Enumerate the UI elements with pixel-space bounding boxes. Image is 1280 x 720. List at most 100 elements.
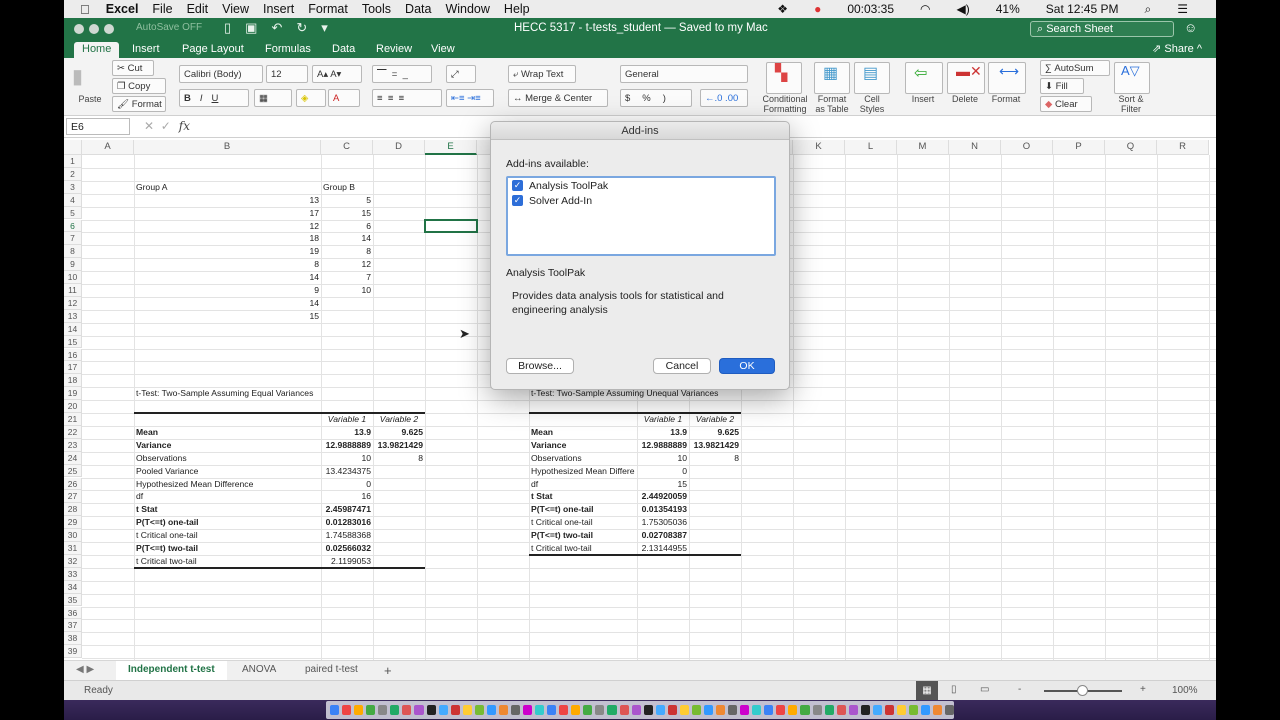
cell-I22[interactable]: 9.625 <box>689 426 741 439</box>
cell-C24[interactable]: 10 <box>321 452 373 465</box>
dock-app-icon[interactable] <box>716 705 726 715</box>
column-header-P[interactable]: P <box>1053 140 1105 155</box>
dock-app-icon[interactable] <box>824 705 834 715</box>
dock-app-icon[interactable] <box>933 705 943 715</box>
dock-app-icon[interactable] <box>896 705 906 715</box>
cell-C11[interactable]: 10 <box>321 284 373 297</box>
tab-view[interactable]: View <box>423 42 463 58</box>
cell-B29[interactable]: P(T<=t) one-tail <box>134 516 321 529</box>
row-header-33[interactable]: 33 <box>64 567 82 581</box>
font-size-select[interactable]: 12 <box>266 65 308 83</box>
row-header-2[interactable]: 2 <box>64 167 82 181</box>
dock-app-icon[interactable] <box>366 705 376 715</box>
dock-app-icon[interactable] <box>547 705 557 715</box>
dock-app-icon[interactable] <box>523 705 533 715</box>
dock-app-icon[interactable] <box>860 705 870 715</box>
cell-G28[interactable]: P(T<=t) one-tail <box>529 503 637 516</box>
zoom-window-button[interactable] <box>104 24 114 34</box>
orientation-button[interactable]: ⤢ <box>446 65 476 83</box>
column-header-M[interactable]: M <box>897 140 949 155</box>
cell-B30[interactable]: t Critical one-tail <box>134 529 434 542</box>
cell-B25[interactable]: Pooled Variance <box>134 465 434 478</box>
row-header-25[interactable]: 25 <box>64 464 82 478</box>
cell-G22[interactable]: Mean <box>529 426 637 439</box>
currency-button[interactable]: $ <box>625 93 630 104</box>
cell-D24[interactable]: 8 <box>373 452 425 465</box>
cell-G30[interactable]: P(T<=t) two-tail <box>529 529 637 542</box>
dock-app-icon[interactable] <box>909 705 919 715</box>
page-break-view-button[interactable]: ▭ <box>980 684 989 695</box>
cell-B12[interactable]: 14 <box>134 297 321 310</box>
row-header-6[interactable]: 6 <box>64 219 82 233</box>
row-header-7[interactable]: 7 <box>64 232 82 246</box>
ok-button[interactable]: OK <box>719 358 775 374</box>
cell-C30[interactable]: 1.74588368 <box>321 529 373 542</box>
dock-app-icon[interactable] <box>607 705 617 715</box>
dock-app-icon[interactable] <box>438 705 448 715</box>
zoom-slider-handle[interactable] <box>1077 685 1088 696</box>
dock-app-icon[interactable] <box>559 705 569 715</box>
battery-level[interactable]: 41% <box>996 2 1020 16</box>
italic-button[interactable]: I <box>200 93 203 104</box>
dock-app-icon[interactable] <box>872 705 882 715</box>
sort-filter-button[interactable]: A▽ <box>1114 62 1150 94</box>
row-header-3[interactable]: 3 <box>64 180 82 194</box>
cell-B6[interactable]: 12 <box>134 220 321 233</box>
dock-app-icon[interactable] <box>510 705 520 715</box>
row-header-8[interactable]: 8 <box>64 245 82 259</box>
checkbox-checked-icon[interactable]: ✓ <box>512 195 523 206</box>
dock-app-icon[interactable] <box>655 705 665 715</box>
cell-B9[interactable]: 8 <box>134 258 321 271</box>
zoom-out-button[interactable]: - <box>1018 684 1021 695</box>
column-header-B[interactable]: B <box>134 140 321 155</box>
dock-app-icon[interactable] <box>535 705 545 715</box>
cell-D23[interactable]: 13.9821429 <box>373 439 425 452</box>
row-header-12[interactable]: 12 <box>64 296 82 310</box>
row-header-11[interactable]: 11 <box>64 284 82 297</box>
dock-app-icon[interactable] <box>643 705 653 715</box>
dock-app-icon[interactable] <box>498 705 508 715</box>
menu-data[interactable]: Data <box>405 2 431 16</box>
dock-app-icon[interactable] <box>921 705 931 715</box>
row-header-4[interactable]: 4 <box>64 193 82 207</box>
share-button[interactable]: ⇗ Share ^ <box>1152 42 1202 55</box>
autosave-toggle[interactable]: AutoSave OFF <box>136 22 202 33</box>
horizontal-align-buttons[interactable]: ≡ ≡ ≡ <box>372 89 442 107</box>
conditional-formatting-button[interactable]: ▚ <box>766 62 802 94</box>
zoom-in-button[interactable]: + <box>1140 684 1146 695</box>
fill-color-button[interactable]: ◈ <box>296 89 326 107</box>
search-sheet-input[interactable]: ⌕ Search Sheet <box>1030 21 1174 37</box>
delete-cells-button[interactable]: ▬✕ <box>947 62 985 94</box>
minimize-window-button[interactable] <box>89 24 99 34</box>
sheet-nav-arrows[interactable]: ◀ ▶ <box>76 664 94 675</box>
cell-B10[interactable]: 14 <box>134 271 321 284</box>
menu-view[interactable]: View <box>222 2 249 16</box>
cell-B26[interactable]: Hypothesized Mean Difference <box>134 478 434 491</box>
dock-app-icon[interactable] <box>390 705 400 715</box>
dock-app-icon[interactable] <box>667 705 677 715</box>
recording-icon[interactable]: ● <box>814 2 821 16</box>
dock-app-icon[interactable] <box>450 705 460 715</box>
zoom-slider[interactable] <box>1044 685 1122 696</box>
cell-H22[interactable]: 13.9 <box>637 426 689 439</box>
dock-app-icon[interactable] <box>679 705 689 715</box>
cell-C9[interactable]: 12 <box>321 258 373 271</box>
cell-D21[interactable]: Variable 2 <box>373 413 425 426</box>
cell-C4[interactable]: 5 <box>321 194 373 207</box>
row-header-19[interactable]: 19 <box>64 387 82 401</box>
undo-icon[interactable]: ↶ <box>271 20 282 36</box>
cut-button[interactable]: ✂ Cut <box>112 60 154 76</box>
dock-app-icon[interactable] <box>728 705 738 715</box>
cancel-button[interactable]: Cancel <box>653 358 711 374</box>
menu-insert[interactable]: Insert <box>263 2 294 16</box>
dock-app-icon[interactable] <box>462 705 472 715</box>
paste-button[interactable]: ▮ <box>72 64 108 96</box>
column-header-Q[interactable]: Q <box>1105 140 1157 155</box>
cell-I21[interactable]: Variable 2 <box>689 413 741 426</box>
decimal-buttons[interactable]: ←.0 .00 <box>700 89 748 107</box>
row-header-31[interactable]: 31 <box>64 542 82 555</box>
row-header-18[interactable]: 18 <box>64 374 82 388</box>
close-window-button[interactable] <box>74 24 84 34</box>
tab-review[interactable]: Review <box>368 42 420 58</box>
cell-C22[interactable]: 13.9 <box>321 426 373 439</box>
